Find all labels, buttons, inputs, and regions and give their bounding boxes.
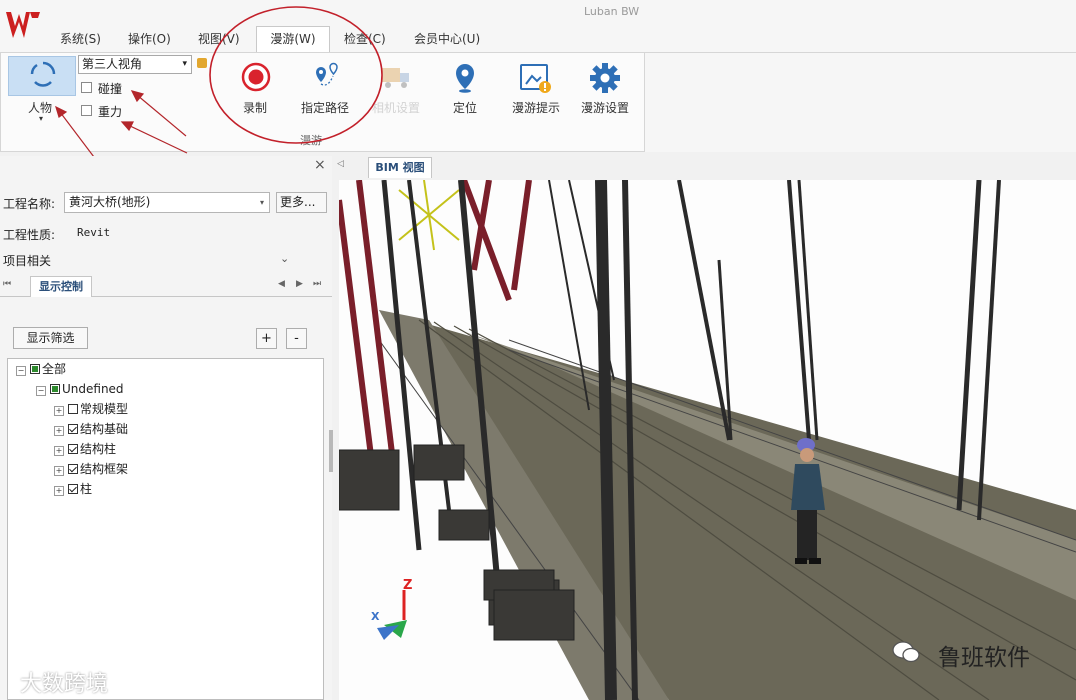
chevron-down-icon: ▾	[259, 198, 264, 207]
tree-checkbox[interactable]	[50, 384, 60, 394]
tree-checkbox[interactable]	[68, 464, 78, 474]
tree-checkbox[interactable]	[68, 484, 78, 494]
tree-row[interactable]: − Undefined	[8, 379, 323, 399]
project-name-combo[interactable]: 黄河大桥(地形) ▾	[64, 192, 270, 213]
tab-first-icon[interactable]: ⏮	[3, 279, 11, 289]
tree-checkbox[interactable]	[68, 424, 78, 434]
tab-bim-view[interactable]: BIM 视图	[368, 157, 432, 178]
tab-prev-icon[interactable]: ◀	[278, 279, 285, 289]
more-button[interactable]: 更多...	[276, 192, 327, 213]
tree-row[interactable]: + 柱	[8, 479, 323, 499]
tree-label: 常规模型	[80, 402, 129, 416]
annotation-overlay	[55, 6, 383, 166]
close-icon[interactable]: ×	[314, 157, 326, 173]
axis-x-label: X	[371, 610, 380, 623]
panel-toggle-icon[interactable]: ◁	[337, 159, 344, 169]
tree-checkbox[interactable]	[68, 404, 78, 414]
watermark-right: 鲁班软件	[938, 645, 1030, 671]
bim-3d-viewport[interactable]: Z X	[339, 180, 1076, 700]
tree-row[interactable]: + 结构柱	[8, 439, 323, 459]
display-filter-button[interactable]: 显示筛选	[13, 327, 88, 349]
project-type-value: Revit	[77, 226, 111, 239]
tree-label: 全部	[42, 362, 67, 376]
tab-next-icon[interactable]: ▶	[296, 279, 303, 289]
related-label: 项目相关	[3, 254, 52, 268]
collapse-icon[interactable]: −	[16, 366, 26, 376]
tree-label: 柱	[80, 482, 93, 496]
tree-row[interactable]: + 结构基础	[8, 419, 323, 439]
expand-icon[interactable]: +	[54, 486, 64, 496]
tab-last-icon[interactable]: ⏭	[313, 279, 321, 289]
axis-z-label: Z	[403, 578, 413, 593]
project-name-value: 黄河大桥(地形)	[69, 195, 151, 209]
highlight-ellipse	[209, 6, 383, 144]
collapse-icon[interactable]: −	[36, 386, 46, 396]
project-type-label: 工程性质:	[3, 228, 56, 242]
expand-icon[interactable]: +	[54, 446, 64, 456]
collapse-all-button[interactable]: -	[286, 328, 307, 349]
wechat-icon	[892, 640, 920, 664]
bridge-scene	[339, 180, 1076, 700]
expand-icon[interactable]: +	[54, 426, 64, 436]
expand-icon[interactable]: +	[54, 466, 64, 476]
tree-row[interactable]: + 常规模型	[8, 399, 323, 419]
watermark-left: 大数跨境	[20, 672, 109, 697]
display-tree: − 全部 − Undefined + 常规模型 + 结构基础 + 结构柱 + 结构框架 + 柱	[7, 358, 324, 700]
tab-display-control[interactable]: 显示控制	[30, 276, 92, 297]
tree-row[interactable]: − 全部	[8, 359, 323, 379]
annotation-arrows	[55, 90, 188, 166]
tree-label: 结构基础	[80, 422, 129, 436]
chevron-double-down-icon[interactable]: ⌄	[280, 252, 289, 265]
expand-icon[interactable]: +	[54, 406, 64, 416]
project-name-label: 工程名称:	[3, 197, 56, 211]
tree-checkbox[interactable]	[68, 444, 78, 454]
tree-checkbox[interactable]	[30, 364, 40, 374]
tree-label: Undefined	[62, 382, 124, 396]
tree-label: 结构柱	[80, 442, 117, 456]
expand-all-button[interactable]: +	[256, 328, 277, 349]
tree-label: 结构框架	[80, 462, 129, 476]
splitter-handle[interactable]	[329, 430, 333, 472]
tree-row[interactable]: + 结构框架	[8, 459, 323, 479]
